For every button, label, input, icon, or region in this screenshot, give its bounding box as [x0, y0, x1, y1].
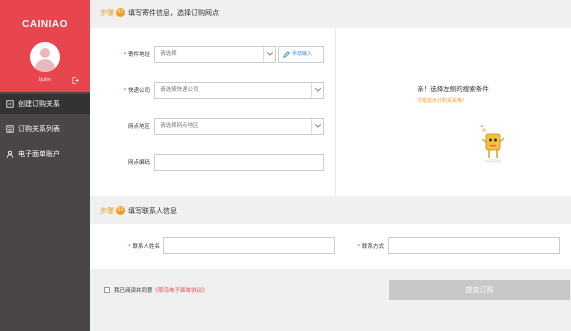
contact-method-label: * 联系方式 — [357, 244, 384, 250]
sender-address-select[interactable]: 请选择 — [154, 46, 276, 63]
empty-state-title: 亲！选择左侧的搜索条件 — [417, 85, 489, 93]
step-2-header: 步骤 02 填写联系人信息 — [90, 198, 571, 224]
sidebar-item-label: 电子面单账户 — [18, 150, 60, 158]
main-content: 步骤 01 填写寄件信息，选择订购网点 * 寄件地址 请选择 手动输入 * 快递公司… — [90, 0, 571, 331]
section-title: 填写联系人信息 — [128, 207, 177, 215]
user-icon — [6, 150, 14, 158]
sidebar-item-label: 创建订购关系 — [18, 100, 60, 108]
empty-state-subtitle: 才能显示订购关系哦！ — [416, 98, 467, 104]
branch-code-input[interactable] — [154, 154, 324, 171]
mascot-illustration — [480, 124, 505, 163]
step-number-badge: 01 — [116, 7, 125, 17]
brand-logo: CAINIAO — [22, 19, 68, 30]
logout-icon[interactable] — [72, 77, 79, 84]
submit-subscription-button[interactable]: 提交订购 — [389, 280, 570, 300]
step-1-header: 步骤 01 填写寄件信息，选择订购网点 — [90, 0, 571, 26]
sidebar-item-subscription-list[interactable]: 订购关系列表 — [0, 119, 90, 139]
manual-input-button[interactable]: 手动输入 — [278, 46, 324, 63]
section-title: 填写寄件信息，选择订购网点 — [128, 9, 219, 17]
sender-address-label: * 寄件地址 — [123, 52, 150, 58]
chevron-down-icon — [263, 47, 275, 62]
branch-area-label: 网点地区 — [127, 124, 150, 130]
avatar[interactable] — [30, 42, 60, 72]
contact-name-label: * 联系人姓名 — [127, 244, 160, 250]
courier-label: * 快递公司 — [123, 88, 150, 94]
chevron-down-icon — [311, 83, 323, 98]
sidebar: CAINIAO ljulin 创建订购关系 订购关系列表 电子面单账户 — [0, 0, 90, 331]
agreement-link[interactable]: 《菜鸟电子面单协议》 — [153, 288, 208, 294]
sidebar-item-waybill-account[interactable]: 电子面单账户 — [0, 144, 90, 164]
list-icon — [6, 125, 14, 133]
agreement-row: 我已阅读并同意《菜鸟电子面单协议》 — [104, 286, 208, 294]
divider — [335, 28, 336, 196]
step-number-badge: 02 — [116, 205, 125, 215]
sender-info-panel: * 寄件地址 请选择 手动输入 * 快递公司 请选择快递公司 网点地区 请选择网… — [90, 28, 571, 196]
contact-method-input[interactable] — [388, 237, 560, 254]
branch-code-label: 网点编码 — [127, 160, 150, 166]
agreement-text: 我已阅读并同意 — [114, 288, 153, 294]
link-icon — [6, 100, 14, 108]
chevron-down-icon — [311, 119, 323, 134]
sidebar-header: CAINIAO ljulin — [0, 0, 90, 92]
step-label: 步骤 — [100, 9, 114, 17]
contact-name-input[interactable] — [163, 237, 335, 254]
agreement-checkbox[interactable] — [104, 286, 110, 293]
pencil-icon — [283, 51, 290, 58]
branch-area-select[interactable]: 请选择网点地区 — [154, 118, 324, 135]
contact-info-panel: * 联系人姓名 * 联系方式 — [90, 224, 571, 269]
sidebar-item-label: 订购关系列表 — [18, 125, 60, 133]
sidebar-item-create-subscription[interactable]: 创建订购关系 — [0, 94, 90, 114]
step-label: 步骤 — [100, 207, 114, 215]
courier-select[interactable]: 请选择快递公司 — [154, 82, 324, 99]
